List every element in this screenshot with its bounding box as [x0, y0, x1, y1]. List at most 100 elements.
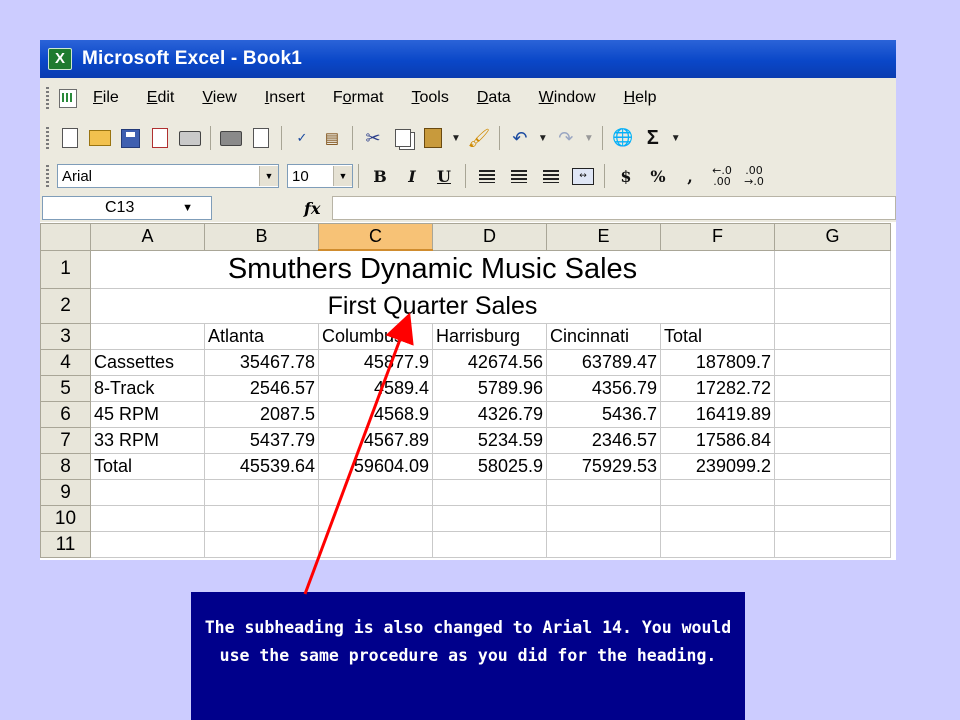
chevron-down-icon[interactable]: ▼ — [333, 166, 352, 186]
undo-dropdown-icon[interactable]: ▼ — [538, 133, 548, 144]
save-button[interactable] — [117, 126, 143, 150]
permission-button[interactable] — [147, 126, 173, 150]
cell[interactable]: 4589.4 — [318, 375, 433, 402]
cell[interactable]: 2546.57 — [204, 375, 319, 402]
cell[interactable] — [318, 479, 433, 506]
copy-button[interactable] — [390, 126, 416, 150]
paste-button[interactable] — [420, 126, 446, 150]
sheet-heading-cell[interactable]: Smuthers Dynamic Music Sales — [90, 249, 775, 289]
menu-edit[interactable]: Edit — [147, 89, 175, 107]
cell[interactable] — [90, 531, 205, 558]
cell[interactable] — [774, 453, 891, 480]
cell[interactable] — [204, 479, 319, 506]
column-header-f[interactable]: F — [660, 223, 775, 251]
cell[interactable] — [660, 479, 775, 506]
align-center-button[interactable] — [506, 164, 532, 188]
menu-window[interactable]: Window — [539, 89, 596, 107]
cell[interactable] — [774, 288, 891, 324]
row-header[interactable]: 9 — [40, 479, 91, 506]
menubar-grip-icon[interactable] — [46, 87, 49, 109]
cell[interactable]: 4326.79 — [432, 401, 547, 428]
menu-view[interactable]: View — [202, 89, 236, 107]
cell[interactable]: 63789.47 — [546, 349, 661, 376]
cell[interactable]: 2346.57 — [546, 427, 661, 454]
cell[interactable]: 42674.56 — [432, 349, 547, 376]
research-button[interactable]: ▤ — [319, 126, 345, 150]
row-header[interactable]: 10 — [40, 505, 91, 532]
cell[interactable] — [204, 531, 319, 558]
cell[interactable]: Atlanta — [204, 323, 319, 350]
row-header[interactable]: 4 — [40, 349, 91, 376]
email-button[interactable] — [177, 126, 203, 150]
row-header[interactable]: 11 — [40, 531, 91, 558]
cell[interactable] — [774, 375, 891, 402]
cell[interactable] — [774, 505, 891, 532]
cell[interactable]: 16419.89 — [660, 401, 775, 428]
bold-button[interactable]: B — [367, 164, 393, 188]
cell[interactable] — [546, 531, 661, 558]
cell[interactable]: 75929.53 — [546, 453, 661, 480]
cell[interactable] — [774, 531, 891, 558]
cell[interactable] — [774, 323, 891, 350]
cell[interactable]: 33 RPM — [90, 427, 205, 454]
menu-format[interactable]: Format — [333, 89, 384, 107]
cell[interactable]: 187809.7 — [660, 349, 775, 376]
align-left-button[interactable] — [474, 164, 500, 188]
column-header-d[interactable]: D — [432, 223, 547, 251]
workbook-icon[interactable] — [55, 88, 79, 108]
increase-decimal-button[interactable]: ←.0.00 — [709, 164, 735, 188]
insert-function-icon[interactable]: fx — [304, 199, 320, 218]
cell[interactable]: 45877.9 — [318, 349, 433, 376]
cell[interactable]: Total — [90, 453, 205, 480]
cell[interactable]: 45 RPM — [90, 401, 205, 428]
autosum-dropdown-icon[interactable]: ▼ — [671, 133, 681, 144]
sheet-subheading-cell[interactable]: First Quarter Sales — [90, 288, 775, 324]
row-header[interactable]: 6 — [40, 401, 91, 428]
autosum-button[interactable]: Σ — [640, 126, 666, 150]
cell[interactable]: 5436.7 — [546, 401, 661, 428]
cell[interactable]: 239099.2 — [660, 453, 775, 480]
cell[interactable]: Cassettes — [90, 349, 205, 376]
percent-button[interactable]: % — [645, 164, 671, 188]
menu-help[interactable]: Help — [624, 89, 657, 107]
cell[interactable]: 8-Track — [90, 375, 205, 402]
menu-data[interactable]: Data — [477, 89, 511, 107]
cell[interactable]: Columbus — [318, 323, 433, 350]
row-header[interactable]: 2 — [40, 288, 91, 324]
cell[interactable] — [432, 479, 547, 506]
cell[interactable]: 59604.09 — [318, 453, 433, 480]
cell[interactable]: 5789.96 — [432, 375, 547, 402]
cell[interactable] — [318, 531, 433, 558]
underline-button[interactable]: U — [431, 164, 457, 188]
cell[interactable] — [90, 479, 205, 506]
row-header[interactable]: 5 — [40, 375, 91, 402]
cell[interactable] — [774, 427, 891, 454]
cell[interactable] — [774, 249, 891, 289]
merge-center-button[interactable]: ↔ — [570, 164, 596, 188]
cell[interactable]: 5437.79 — [204, 427, 319, 454]
column-header-g[interactable]: G — [774, 223, 891, 251]
cell[interactable] — [546, 505, 661, 532]
row-header[interactable]: 8 — [40, 453, 91, 480]
cell[interactable]: 5234.59 — [432, 427, 547, 454]
font-size-select[interactable]: 10 ▼ — [287, 164, 353, 188]
redo-dropdown-icon[interactable]: ▼ — [584, 133, 594, 144]
font-name-select[interactable]: Arial ▼ — [57, 164, 279, 188]
cell[interactable] — [432, 505, 547, 532]
cell[interactable]: Harrisburg — [432, 323, 547, 350]
italic-button[interactable]: I — [399, 164, 425, 188]
cell[interactable]: 35467.78 — [204, 349, 319, 376]
menu-insert[interactable]: Insert — [265, 89, 305, 107]
row-header[interactable]: 3 — [40, 323, 91, 350]
toolbar-grip-icon[interactable] — [46, 127, 49, 149]
cell[interactable] — [774, 479, 891, 506]
row-header[interactable]: 7 — [40, 427, 91, 454]
new-button[interactable] — [57, 126, 83, 150]
align-right-button[interactable] — [538, 164, 564, 188]
cell[interactable]: 2087.5 — [204, 401, 319, 428]
column-header-b[interactable]: B — [204, 223, 319, 251]
column-header-c[interactable]: C — [318, 223, 433, 251]
cell[interactable]: Total — [660, 323, 775, 350]
cell[interactable]: 4356.79 — [546, 375, 661, 402]
spelling-button[interactable]: ✓ — [289, 126, 315, 150]
